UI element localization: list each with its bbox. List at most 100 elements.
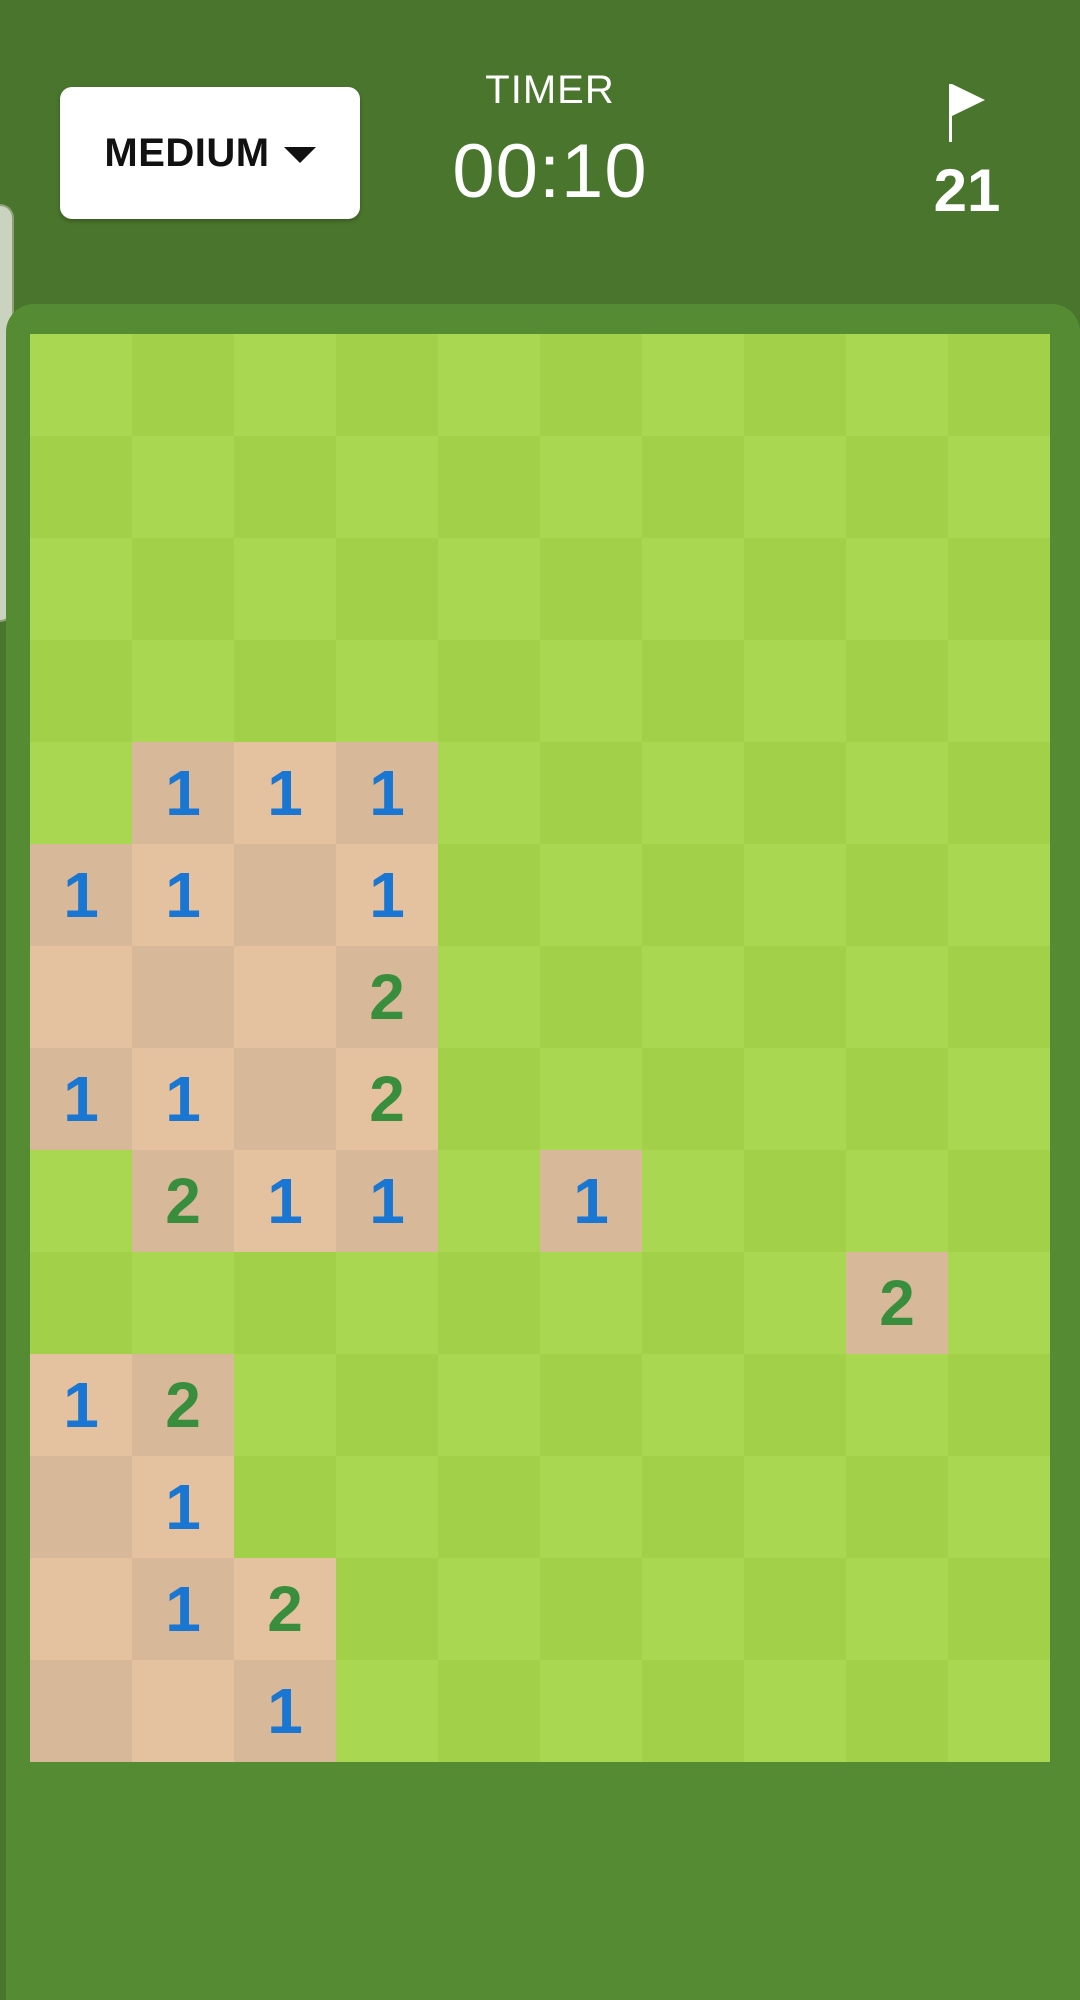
hidden-tile[interactable]	[30, 640, 132, 742]
hidden-tile[interactable]	[438, 334, 540, 436]
hidden-tile[interactable]	[30, 742, 132, 844]
hidden-tile[interactable]	[744, 946, 846, 1048]
hidden-tile[interactable]	[540, 1252, 642, 1354]
hidden-tile[interactable]	[234, 1456, 336, 1558]
hidden-tile[interactable]	[642, 1252, 744, 1354]
hidden-tile[interactable]	[540, 640, 642, 742]
hidden-tile[interactable]	[540, 1660, 642, 1762]
hidden-tile[interactable]	[846, 1150, 948, 1252]
hidden-tile[interactable]	[846, 1048, 948, 1150]
hidden-tile[interactable]	[948, 640, 1050, 742]
hidden-tile[interactable]	[642, 1150, 744, 1252]
hidden-tile[interactable]	[744, 1048, 846, 1150]
hidden-tile[interactable]	[744, 844, 846, 946]
hidden-tile[interactable]	[744, 1558, 846, 1660]
hidden-tile[interactable]	[132, 334, 234, 436]
hidden-tile[interactable]	[948, 1456, 1050, 1558]
hidden-tile[interactable]	[948, 334, 1050, 436]
hidden-tile[interactable]	[540, 538, 642, 640]
hidden-tile[interactable]	[744, 436, 846, 538]
hidden-tile[interactable]	[438, 538, 540, 640]
hidden-tile[interactable]	[846, 844, 948, 946]
hidden-tile[interactable]	[846, 1456, 948, 1558]
hidden-tile[interactable]	[132, 538, 234, 640]
hidden-tile[interactable]	[234, 640, 336, 742]
hidden-tile[interactable]	[846, 640, 948, 742]
hidden-tile[interactable]	[540, 1558, 642, 1660]
hidden-tile[interactable]	[642, 946, 744, 1048]
hidden-tile[interactable]	[948, 1048, 1050, 1150]
hidden-tile[interactable]	[30, 538, 132, 640]
hidden-tile[interactable]	[336, 1558, 438, 1660]
hidden-tile[interactable]	[336, 1354, 438, 1456]
hidden-tile[interactable]	[438, 946, 540, 1048]
hidden-tile[interactable]	[438, 1150, 540, 1252]
hidden-tile[interactable]	[132, 1252, 234, 1354]
hidden-tile[interactable]	[744, 334, 846, 436]
hidden-tile[interactable]	[336, 1456, 438, 1558]
hidden-tile[interactable]	[846, 1660, 948, 1762]
hidden-tile[interactable]	[438, 1354, 540, 1456]
hidden-tile[interactable]	[438, 844, 540, 946]
hidden-tile[interactable]	[336, 640, 438, 742]
hidden-tile[interactable]	[846, 334, 948, 436]
hidden-tile[interactable]	[642, 1558, 744, 1660]
hidden-tile[interactable]	[438, 1456, 540, 1558]
hidden-tile[interactable]	[540, 334, 642, 436]
hidden-tile[interactable]	[846, 436, 948, 538]
hidden-tile[interactable]	[540, 844, 642, 946]
hidden-tile[interactable]	[744, 1150, 846, 1252]
hidden-tile[interactable]	[948, 1252, 1050, 1354]
hidden-tile[interactable]	[540, 946, 642, 1048]
hidden-tile[interactable]	[948, 1150, 1050, 1252]
hidden-tile[interactable]	[744, 1354, 846, 1456]
hidden-tile[interactable]	[846, 1354, 948, 1456]
hidden-tile[interactable]	[744, 640, 846, 742]
hidden-tile[interactable]	[642, 436, 744, 538]
hidden-tile[interactable]	[438, 1252, 540, 1354]
hidden-tile[interactable]	[132, 436, 234, 538]
hidden-tile[interactable]	[438, 1660, 540, 1762]
hidden-tile[interactable]	[744, 742, 846, 844]
hidden-tile[interactable]	[540, 742, 642, 844]
hidden-tile[interactable]	[846, 742, 948, 844]
hidden-tile[interactable]	[540, 1048, 642, 1150]
hidden-tile[interactable]	[234, 1252, 336, 1354]
hidden-tile[interactable]	[642, 538, 744, 640]
hidden-tile[interactable]	[642, 640, 744, 742]
hidden-tile[interactable]	[948, 1660, 1050, 1762]
hidden-tile[interactable]	[30, 1150, 132, 1252]
hidden-tile[interactable]	[30, 436, 132, 538]
hidden-tile[interactable]	[744, 1660, 846, 1762]
hidden-tile[interactable]	[642, 1354, 744, 1456]
hidden-tile[interactable]	[234, 538, 336, 640]
hidden-tile[interactable]	[540, 1456, 642, 1558]
hidden-tile[interactable]	[948, 436, 1050, 538]
hidden-tile[interactable]	[744, 1456, 846, 1558]
hidden-tile[interactable]	[948, 1354, 1050, 1456]
hidden-tile[interactable]	[30, 334, 132, 436]
hidden-tile[interactable]	[948, 844, 1050, 946]
hidden-tile[interactable]	[846, 538, 948, 640]
hidden-tile[interactable]	[336, 1252, 438, 1354]
hidden-tile[interactable]	[846, 1558, 948, 1660]
hidden-tile[interactable]	[642, 334, 744, 436]
hidden-tile[interactable]	[132, 640, 234, 742]
hidden-tile[interactable]	[234, 436, 336, 538]
hidden-tile[interactable]	[336, 1660, 438, 1762]
hidden-tile[interactable]	[336, 334, 438, 436]
hidden-tile[interactable]	[948, 538, 1050, 640]
hidden-tile[interactable]	[948, 742, 1050, 844]
hidden-tile[interactable]	[744, 1252, 846, 1354]
hidden-tile[interactable]	[438, 742, 540, 844]
hidden-tile[interactable]	[438, 1558, 540, 1660]
hidden-tile[interactable]	[540, 1354, 642, 1456]
hidden-tile[interactable]	[438, 1048, 540, 1150]
hidden-tile[interactable]	[438, 436, 540, 538]
hidden-tile[interactable]	[642, 1456, 744, 1558]
hidden-tile[interactable]	[642, 1660, 744, 1762]
hidden-tile[interactable]	[336, 436, 438, 538]
hidden-tile[interactable]	[234, 1354, 336, 1456]
hidden-tile[interactable]	[540, 436, 642, 538]
hidden-tile[interactable]	[744, 538, 846, 640]
